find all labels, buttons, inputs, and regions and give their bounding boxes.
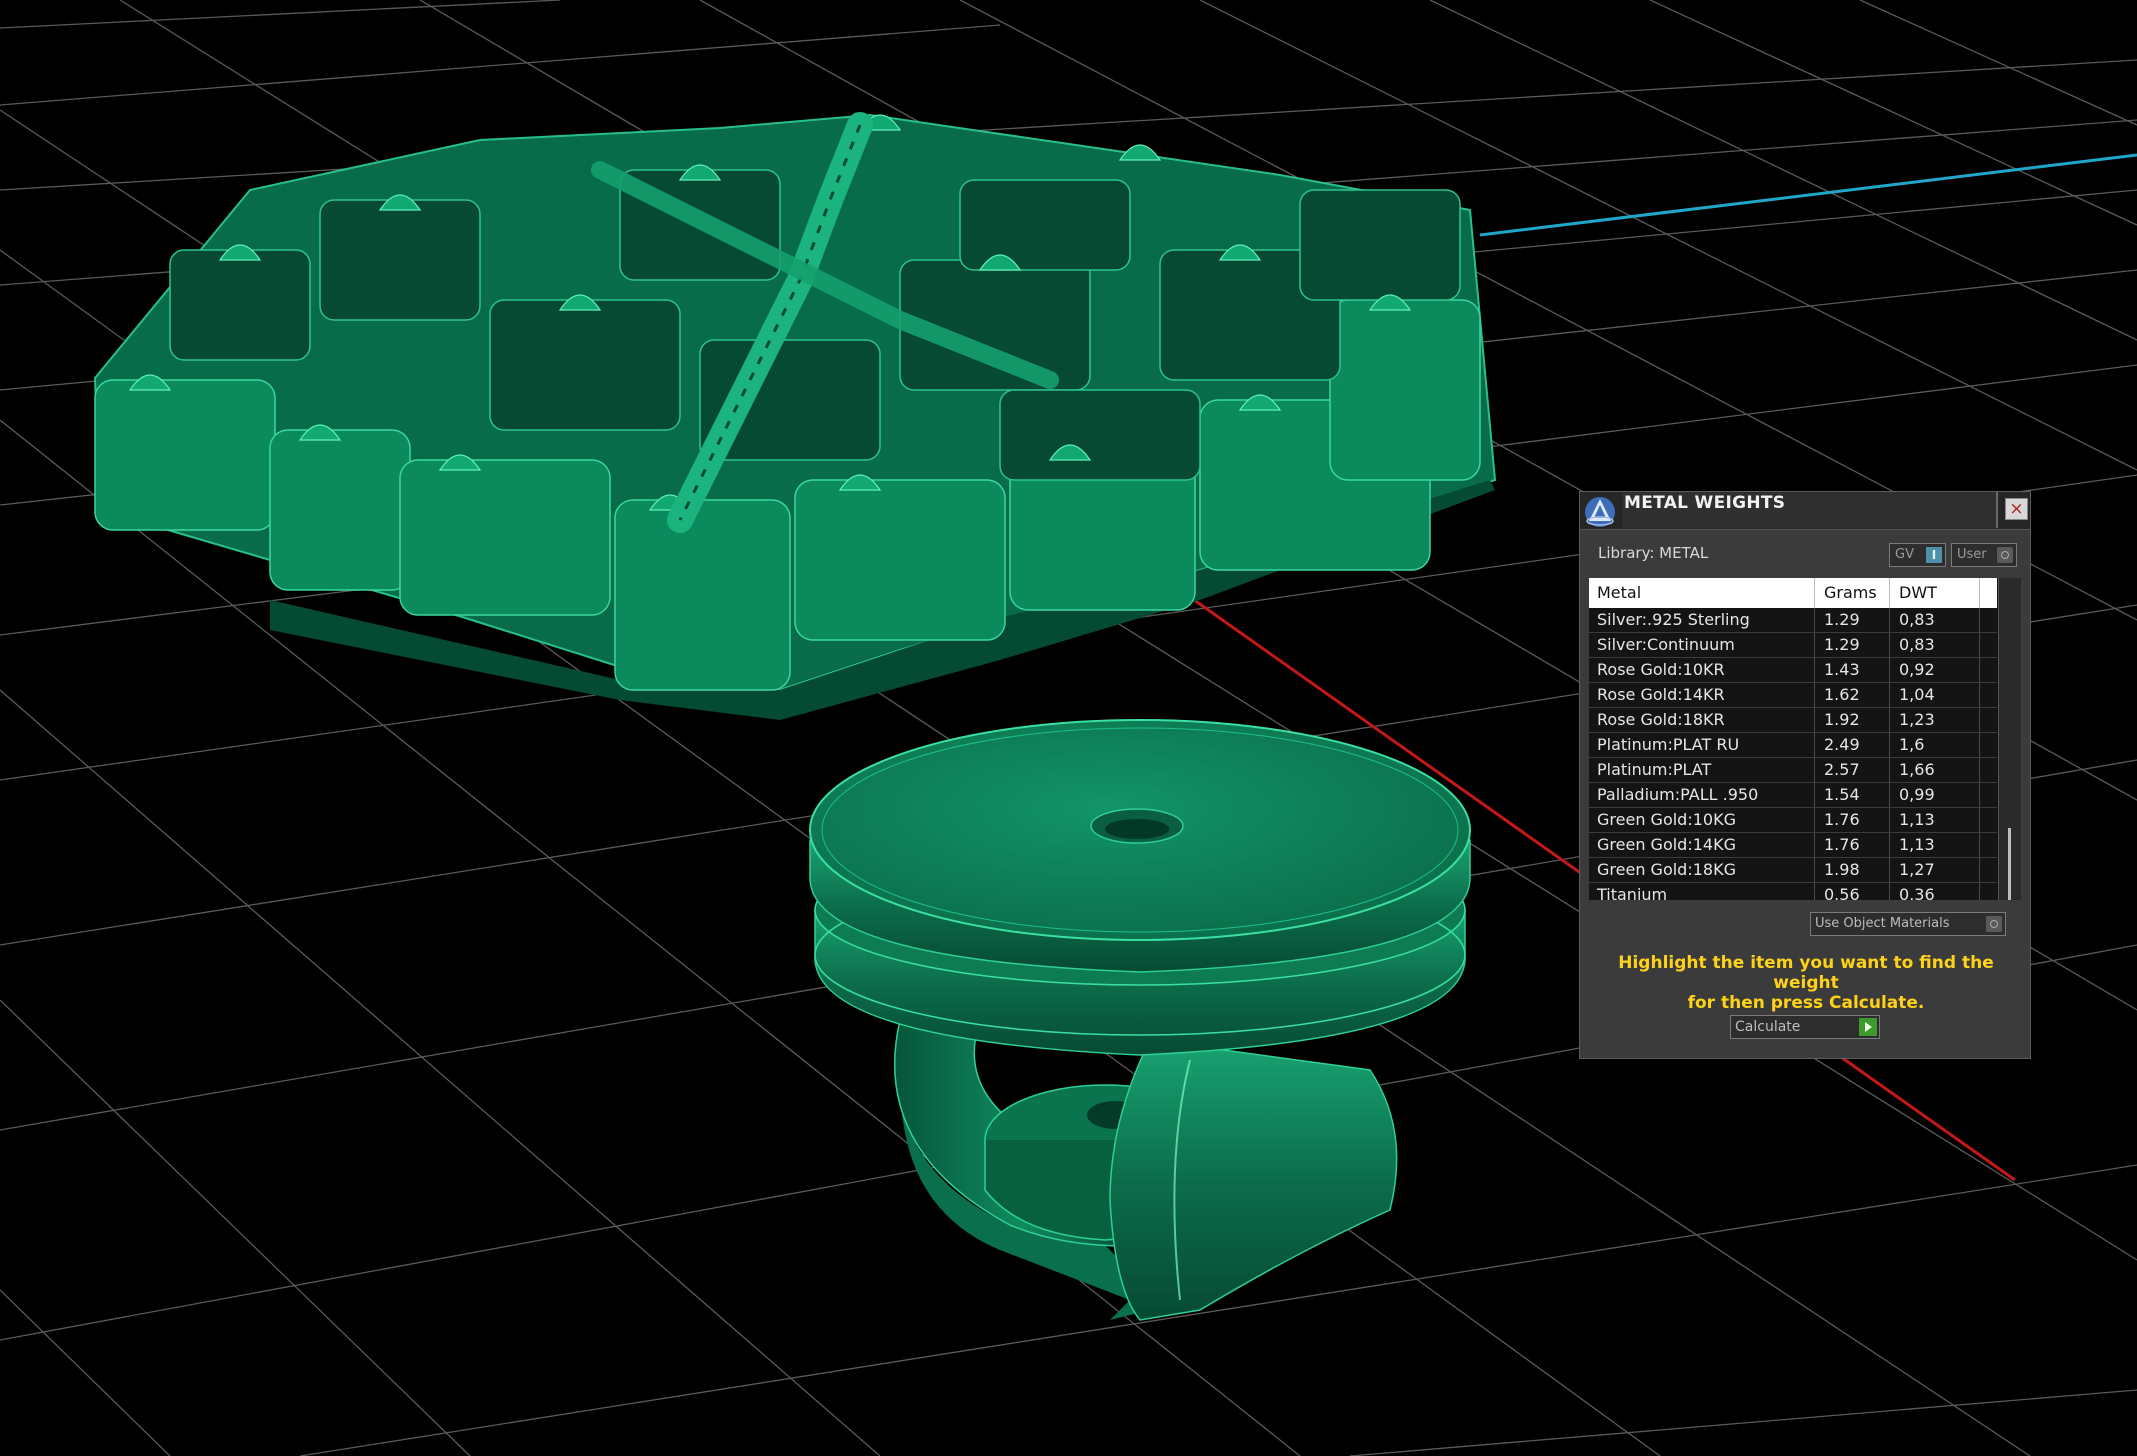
- cell-dwt: 1,23: [1890, 708, 1980, 732]
- cell-grams: 1.76: [1815, 833, 1890, 857]
- table-row[interactable]: Green Gold:14KG 1.76 1,13: [1589, 833, 1997, 858]
- cell-dwt: 1,66: [1890, 758, 1980, 782]
- table-row[interactable]: Platinum:PLAT RU 2.49 1,6: [1589, 733, 1997, 758]
- cell-metal: Silver:.925 Sterling: [1589, 608, 1815, 632]
- panel-titlebar[interactable]: METAL WEIGHTS ×: [1580, 492, 2030, 530]
- cell-grams: 1.92: [1815, 708, 1890, 732]
- use-object-materials-label: Use Object Materials: [1815, 916, 1950, 931]
- close-button[interactable]: ×: [2005, 498, 2028, 520]
- cell-grams: 1.62: [1815, 683, 1890, 707]
- table-row[interactable]: Green Gold:10KG 1.76 1,13: [1589, 808, 1997, 833]
- cell-dwt: 0,92: [1890, 658, 1980, 682]
- scrollbar-thumb[interactable]: [2008, 828, 2011, 900]
- instruction-line-1: Highlight the item you want to find the …: [1618, 953, 1994, 993]
- cell-grams: 0.56: [1815, 883, 1890, 900]
- use-object-materials-indicator: [1986, 916, 2002, 932]
- cell-metal: Green Gold:18KG: [1589, 858, 1815, 882]
- column-header-metal[interactable]: Metal: [1589, 578, 1815, 608]
- calculate-button[interactable]: Calculate: [1730, 1015, 1880, 1039]
- instruction-line-2: for then press Calculate.: [1687, 993, 1925, 1013]
- instruction-text: Highlight the item you want to find the …: [1590, 953, 2022, 1013]
- column-header-dwt[interactable]: DWT: [1890, 578, 1980, 608]
- cell-grams: 1.29: [1815, 633, 1890, 657]
- table-row[interactable]: Platinum:PLAT 2.57 1,66: [1589, 758, 1997, 783]
- cell-metal: Rose Gold:18KR: [1589, 708, 1815, 732]
- cell-grams: 1.29: [1815, 608, 1890, 632]
- table-row[interactable]: Rose Gold:18KR 1.92 1,23: [1589, 708, 1997, 733]
- cell-dwt: 1,13: [1890, 833, 1980, 857]
- gv-toggle-label: GV: [1895, 547, 1914, 562]
- calculate-label: Calculate: [1735, 1019, 1801, 1035]
- user-toggle-label: User: [1957, 547, 1987, 562]
- table-row[interactable]: Green Gold:18KG 1.98 1,27: [1589, 858, 1997, 883]
- table-row[interactable]: Rose Gold:10KR 1.43 0,92: [1589, 658, 1997, 683]
- cell-metal: Silver:Continuum: [1589, 633, 1815, 657]
- gv-toggle[interactable]: GV I: [1889, 543, 1946, 567]
- cell-metal: Green Gold:10KG: [1589, 808, 1815, 832]
- column-header-grams[interactable]: Grams: [1815, 578, 1890, 608]
- bail-model: [809, 719, 1471, 1321]
- cell-grams: 1.76: [1815, 808, 1890, 832]
- app-logo-icon: [1585, 497, 1615, 527]
- cell-grams: 2.49: [1815, 733, 1890, 757]
- table-header: Metal Grams DWT: [1589, 578, 1997, 608]
- lattice-pendant-model: [93, 112, 1497, 720]
- cell-metal: Platinum:PLAT RU: [1589, 733, 1815, 757]
- table-row[interactable]: Rose Gold:14KR 1.62 1,04: [1589, 683, 1997, 708]
- cell-dwt: 1,27: [1890, 858, 1980, 882]
- gv-toggle-indicator: I: [1926, 547, 1942, 563]
- cell-dwt: 1,04: [1890, 683, 1980, 707]
- cell-metal: Titanium: [1589, 883, 1815, 900]
- table-scrollbar[interactable]: [1998, 578, 2021, 900]
- cell-dwt: 0,36: [1890, 883, 1980, 900]
- table-row[interactable]: Titanium 0.56 0,36: [1589, 883, 1997, 900]
- cell-grams: 1.98: [1815, 858, 1890, 882]
- play-arrow-icon: [1859, 1018, 1877, 1036]
- table-row[interactable]: Silver:.925 Sterling 1.29 0,83: [1589, 608, 1997, 633]
- cell-dwt: 1,6: [1890, 733, 1980, 757]
- metal-weights-panel: METAL WEIGHTS × Library: METAL GV I User…: [1579, 491, 2031, 1059]
- cell-grams: 1.43: [1815, 658, 1890, 682]
- table-row[interactable]: Palladium:PALL .950 1.54 0,99: [1589, 783, 1997, 808]
- cell-metal: Green Gold:14KG: [1589, 833, 1815, 857]
- cell-metal: Rose Gold:14KR: [1589, 683, 1815, 707]
- use-object-materials-toggle[interactable]: Use Object Materials: [1810, 912, 2006, 936]
- library-label: Library: METAL: [1598, 544, 1709, 562]
- y-axis-line: [1479, 153, 2137, 237]
- cell-dwt: 0,83: [1890, 608, 1980, 632]
- metal-table[interactable]: Metal Grams DWT Silver:.925 Sterling 1.2…: [1589, 578, 2021, 900]
- cell-metal: Palladium:PALL .950: [1589, 783, 1815, 807]
- cell-dwt: 0,83: [1890, 633, 1980, 657]
- user-toggle[interactable]: User: [1951, 543, 2017, 567]
- table-row[interactable]: Silver:Continuum 1.29 0,83: [1589, 633, 1997, 658]
- cell-dwt: 0,99: [1890, 783, 1980, 807]
- cell-grams: 1.54: [1815, 783, 1890, 807]
- user-toggle-indicator: [1997, 547, 2013, 563]
- panel-title: METAL WEIGHTS: [1624, 493, 1786, 513]
- cell-dwt: 1,13: [1890, 808, 1980, 832]
- cell-metal: Platinum:PLAT: [1589, 758, 1815, 782]
- cell-grams: 2.57: [1815, 758, 1890, 782]
- cell-metal: Rose Gold:10KR: [1589, 658, 1815, 682]
